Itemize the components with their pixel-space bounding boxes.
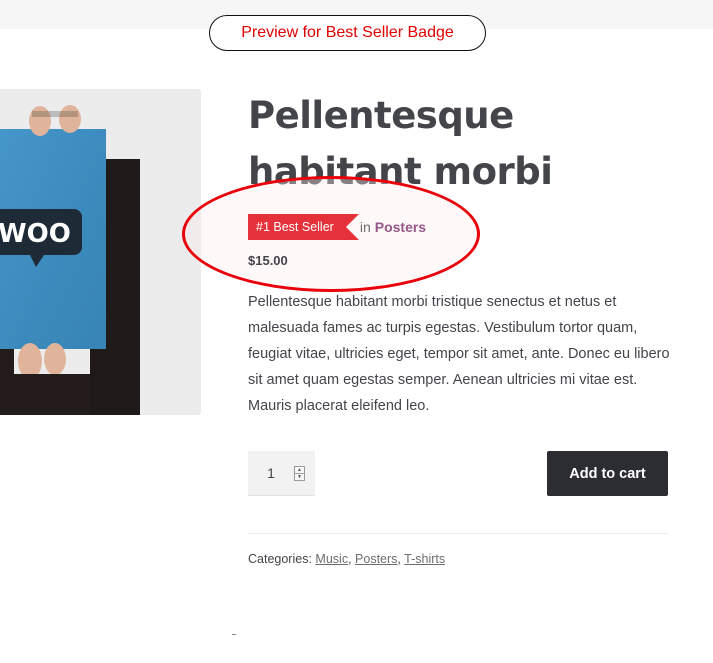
woo-logo-text: WOO	[0, 219, 71, 249]
category-link-music[interactable]: Music	[315, 552, 348, 566]
categories-label: Categories:	[248, 552, 312, 566]
category-link-t-shirts[interactable]: T-shirts	[404, 552, 445, 566]
category-link-posters[interactable]: Posters	[375, 219, 426, 235]
product-description: Pellentesque habitant morbi tristique se…	[248, 294, 670, 414]
poster-illustration: WOO	[0, 89, 201, 415]
badge-row: #1 Best Seller in Posters	[248, 214, 426, 240]
separator-mark	[232, 634, 236, 635]
category-in-label: in	[359, 219, 371, 235]
product-categories: Categories: Music, Posters, T-shirts	[248, 552, 446, 566]
add-to-cart-button[interactable]: Add to cart	[547, 451, 668, 496]
quantity-value[interactable]: 1	[248, 465, 294, 481]
preview-best-seller-badge-label: Preview for Best Seller Badge	[209, 15, 486, 51]
decrement-icon[interactable]: ▼	[295, 472, 304, 480]
product-image[interactable]: WOO	[0, 89, 201, 415]
preview-label-text: Preview for Best Seller Badge	[241, 24, 454, 41]
quantity-spinner[interactable]: ▲ ▼	[294, 465, 305, 481]
product-price: $15.00	[248, 253, 288, 268]
best-seller-badge: #1 Best Seller	[248, 214, 359, 240]
category-link-posters-meta[interactable]: Posters	[355, 552, 397, 566]
divider	[248, 533, 668, 534]
quantity-stepper[interactable]: 1 ▲ ▼	[248, 451, 315, 496]
